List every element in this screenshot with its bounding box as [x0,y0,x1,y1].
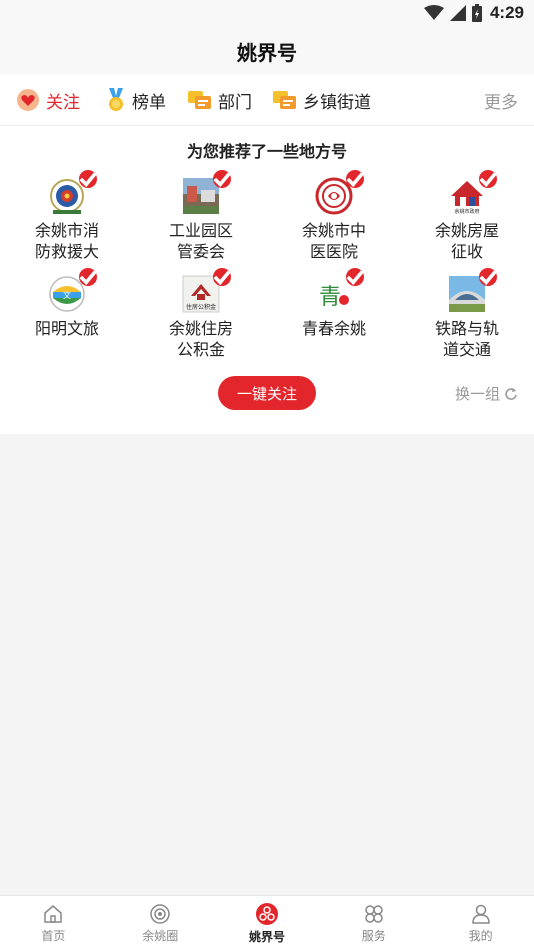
category-tabs: 关注 榜单 部门 乡镇街道 更多 [0,74,534,126]
tourism-logo: 文 [47,268,97,314]
nav-label: 我的 [468,928,493,943]
tab-label: 部门 [218,92,252,113]
svg-text:文: 文 [63,290,71,300]
checked-icon [213,170,231,188]
title-bar: 姚界号 [0,28,534,74]
recommend-card: 为您推荐了一些地方号 余姚市消防救援大 工业园区管委会 余姚市中医医院 余姚市政… [0,126,534,434]
checked-icon [79,268,97,286]
home-icon [44,904,63,923]
account-name: 工业园区管委会 [168,221,233,261]
status-icons: 4:29 [423,3,524,23]
account-name: 余姚市中医医院 [301,221,366,261]
account-name: 余姚住房公积金 [168,319,233,359]
battery-icon [471,4,482,22]
tab-towns[interactable]: 乡镇街道 [273,74,371,126]
bottom-nav: 首页 余姚圈 姚界号 服务 我的 [0,895,534,950]
account-name: 余姚市消防救援大 [34,221,99,261]
youth-logo: 青 [314,268,364,314]
nav-label: 姚界号 [248,929,285,944]
checked-icon [346,170,364,188]
nav-home[interactable]: 首页 [0,896,107,950]
circle-target-icon [150,903,170,924]
refresh-icon [505,387,517,400]
tab-department[interactable]: 部门 [188,74,252,126]
nav-profile[interactable]: 我的 [427,896,534,950]
checked-icon [213,268,231,286]
account-item[interactable]: 文 阳明文旅 [0,268,134,339]
heart-badge-icon [17,89,39,111]
wifi-icon [423,5,444,20]
account-item[interactable]: 余姚市中医医院 [267,170,401,262]
industrial-park-photo [181,170,231,216]
account-item[interactable]: 余姚市消防救援大 [0,170,134,262]
house-logo: 余姚市政府 [447,170,497,216]
account-item[interactable]: 青 青春余姚 [267,268,401,339]
tab-label: 榜单 [132,92,166,113]
profile-icon [471,904,490,924]
account-name: 青春余姚 [301,319,366,338]
tab-ranking[interactable]: 榜单 [106,74,166,126]
fire-rescue-emblem [47,170,97,216]
checked-icon [346,268,364,286]
status-time: 4:29 [489,3,524,22]
status-bar: 4:29 [0,0,534,28]
tab-label: 乡镇街道 [303,92,371,113]
more-link[interactable]: 更多 [484,74,518,126]
railway-photo [447,268,497,314]
page-title: 姚界号 [237,40,297,65]
account-item[interactable]: 铁路与轨道交通 [400,268,534,360]
nav-label: 服务 [361,928,386,943]
account-name: 余姚房屋征收 [434,221,499,261]
account-name: 铁路与轨道交通 [434,319,499,359]
checked-icon [79,170,97,188]
housing-fund-logo: 住房公积金 [181,268,231,314]
nav-label: 余姚圈 [142,928,179,943]
account-item[interactable]: 余姚市政府 余姚房屋征收 [400,170,534,262]
checked-icon [479,268,497,286]
nav-services[interactable]: 服务 [320,896,427,950]
refresh-button[interactable]: 换一组 [455,383,518,404]
chat-bubble-icon [273,91,296,109]
account-name: 阳明文旅 [34,319,99,338]
nav-circle[interactable]: 余姚圈 [107,896,214,950]
checked-icon [479,170,497,188]
tab-label: 关注 [46,92,80,113]
refresh-label: 换一组 [454,385,500,403]
account-item[interactable]: 住房公积金 余姚住房公积金 [134,268,268,360]
hospital-seal [314,170,364,216]
nav-yaojie[interactable]: 姚界号 [214,896,321,950]
youth-logo-text: 青 [319,285,341,310]
signal-icon [449,5,466,21]
medal-icon [109,88,123,111]
follow-all-button[interactable]: 一键关注 [218,376,316,410]
services-grid-icon [365,904,383,923]
house-logo-text: 余姚市政府 [454,208,479,215]
account-item[interactable]: 工业园区管委会 [134,170,268,262]
housing-fund-logo-text: 住房公积金 [186,303,216,311]
nav-label: 首页 [41,928,66,943]
chat-bubble-icon [188,91,211,109]
yaojie-logo-icon [255,902,278,925]
tab-follow[interactable]: 关注 [16,74,80,126]
